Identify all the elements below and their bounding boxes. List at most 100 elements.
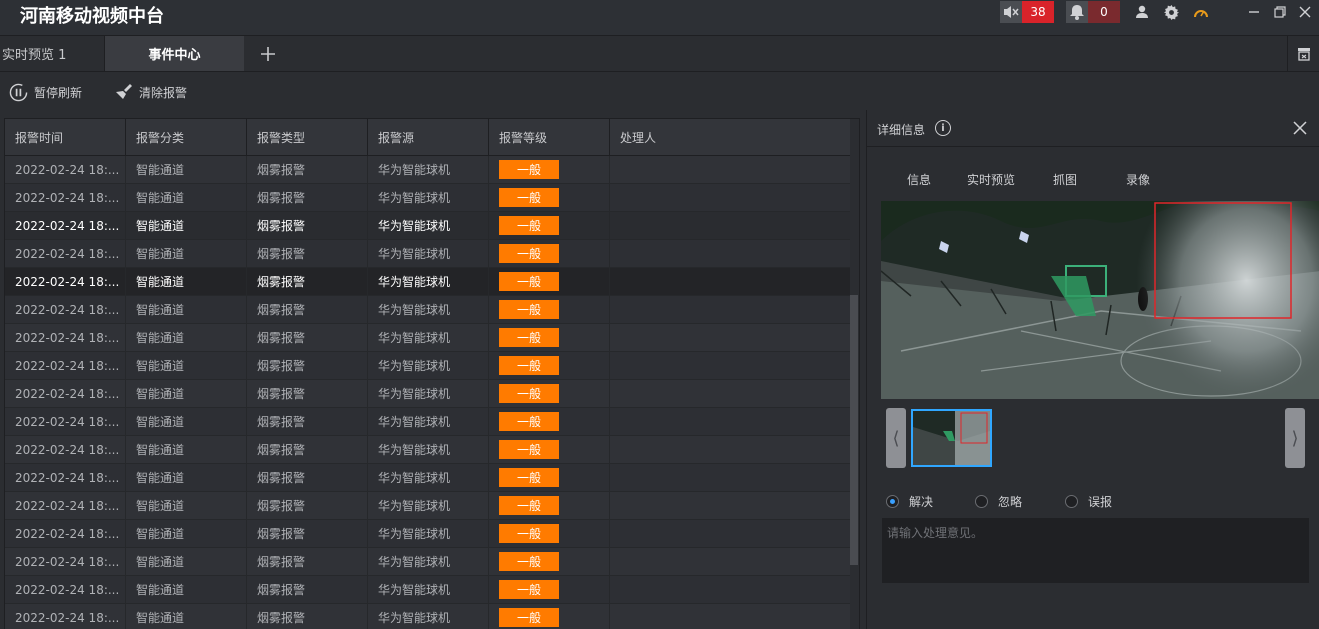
col-alarm-category[interactable]: 报警分类 [126, 119, 247, 156]
cell-alarm-time: 2022-02-24 18:... [5, 520, 126, 547]
detail-tab-recording[interactable]: 录像 [1126, 171, 1150, 188]
table-row[interactable]: 2022-02-24 18:... 智能通道 烟雾报警 华为智能球机 一般 [5, 380, 851, 408]
table-row[interactable]: 2022-02-24 18:... 智能通道 烟雾报警 华为智能球机 一般 [5, 212, 851, 240]
cell-alarm-level: 一般 [489, 156, 610, 183]
cell-alarm-category: 智能通道 [126, 408, 247, 435]
level-badge: 一般 [499, 412, 559, 431]
option-false-alarm[interactable]: 误报 [1065, 493, 1112, 510]
level-badge: 一般 [499, 244, 559, 263]
option-resolve-label: 解决 [909, 495, 934, 509]
window-close-icon[interactable] [1296, 3, 1314, 21]
scrollbar-thumb[interactable] [850, 295, 858, 565]
info-icon[interactable]: i [935, 120, 951, 136]
level-badge: 一般 [499, 216, 559, 235]
detail-tab-info[interactable]: 信息 [907, 171, 931, 188]
tab-bar: 实时预览 1 事件中心 [0, 36, 1319, 72]
cell-alarm-level: 一般 [489, 464, 610, 491]
next-image-button[interactable]: ⟩ [1285, 408, 1305, 468]
cell-handler [610, 576, 851, 603]
mute-count: 38 [1022, 1, 1054, 23]
pause-refresh-label: 暂停刷新 [34, 85, 83, 100]
detail-tab-snapshot[interactable]: 抓图 [1053, 171, 1077, 188]
cell-handler [610, 296, 851, 323]
clear-alarm-button[interactable]: 清除报警 [115, 82, 187, 102]
user-icon[interactable] [1133, 3, 1151, 21]
option-resolve[interactable]: 解决 [886, 493, 933, 510]
restore-icon[interactable] [1271, 3, 1289, 21]
cell-alarm-category: 智能通道 [126, 268, 247, 295]
table-row[interactable]: 2022-02-24 18:... 智能通道 烟雾报警 华为智能球机 一般 [5, 576, 851, 604]
mute-alerts-badge[interactable]: 38 [1000, 1, 1054, 23]
cell-handler [610, 324, 851, 351]
cell-handler [610, 212, 851, 239]
tab-event-center[interactable]: 事件中心 [105, 36, 244, 71]
pause-refresh-button[interactable]: 暂停刷新 [9, 82, 82, 102]
table-row[interactable]: 2022-02-24 18:... 智能通道 烟雾报警 华为智能球机 一般 [5, 436, 851, 464]
table-row[interactable]: 2022-02-24 18:... 智能通道 烟雾报警 华为智能球机 一般 [5, 520, 851, 548]
cell-alarm-category: 智能通道 [126, 380, 247, 407]
cell-alarm-category: 智能通道 [126, 352, 247, 379]
level-badge: 一般 [499, 524, 559, 543]
bell-icon [1066, 1, 1088, 23]
table-scrollbar[interactable] [850, 119, 858, 629]
speaker-muted-icon [1000, 1, 1022, 23]
snapshot-thumbnail[interactable] [911, 409, 992, 467]
radio-resolve[interactable] [886, 495, 899, 508]
cell-handler [610, 184, 851, 211]
col-alarm-time[interactable]: 报警时间 [5, 119, 126, 156]
col-alarm-level[interactable]: 报警等级 [489, 119, 610, 156]
col-alarm-type[interactable]: 报警类型 [247, 119, 368, 156]
table-row[interactable]: 2022-02-24 18:... 智能通道 烟雾报警 华为智能球机 一般 [5, 156, 851, 184]
alarm-snapshot-image [881, 201, 1319, 399]
cell-handler [610, 464, 851, 491]
add-tab-icon[interactable] [256, 42, 280, 66]
table-row[interactable]: 2022-02-24 18:... 智能通道 烟雾报警 华为智能球机 一般 [5, 604, 851, 629]
table-row[interactable]: 2022-02-24 18:... 智能通道 烟雾报警 华为智能球机 一般 [5, 548, 851, 576]
cell-alarm-source: 华为智能球机 [368, 268, 489, 295]
col-alarm-source[interactable]: 报警源 [368, 119, 489, 156]
alarm-badge[interactable]: 0 [1066, 1, 1120, 23]
cell-alarm-type: 烟雾报警 [247, 296, 368, 323]
minimize-icon[interactable] [1245, 3, 1263, 21]
cell-alarm-level: 一般 [489, 436, 610, 463]
cell-alarm-category: 智能通道 [126, 548, 247, 575]
table-row[interactable]: 2022-02-24 18:... 智能通道 烟雾报警 华为智能球机 一般 [5, 408, 851, 436]
table-row[interactable]: 2022-02-24 18:... 智能通道 烟雾报警 华为智能球机 一般 [5, 324, 851, 352]
table-row[interactable]: 2022-02-24 18:... 智能通道 烟雾报警 华为智能球机 一般 [5, 184, 851, 212]
cell-alarm-type: 烟雾报警 [247, 268, 368, 295]
table-header: 报警时间 报警分类 报警类型 报警源 报警等级 处理人 [5, 119, 851, 156]
gear-icon[interactable] [1162, 3, 1180, 21]
option-ignore-label: 忽略 [998, 495, 1023, 509]
cell-alarm-category: 智能通道 [126, 240, 247, 267]
cell-alarm-category: 智能通道 [126, 464, 247, 491]
table-row[interactable]: 2022-02-24 18:... 智能通道 烟雾报警 华为智能球机 一般 [5, 464, 851, 492]
level-badge: 一般 [499, 300, 559, 319]
comment-input[interactable]: 请输入处理意见。 [882, 518, 1309, 583]
prev-image-button[interactable]: ⟨ [886, 408, 906, 468]
cell-alarm-level: 一般 [489, 604, 610, 629]
cell-alarm-category: 智能通道 [126, 604, 247, 629]
app-title: 河南移动视频中台 [20, 6, 164, 27]
detail-close-icon[interactable] [1291, 119, 1309, 137]
archive-icon[interactable] [1287, 36, 1319, 71]
table-row[interactable]: 2022-02-24 18:... 智能通道 烟雾报警 华为智能球机 一般 [5, 240, 851, 268]
cell-alarm-type: 烟雾报警 [247, 408, 368, 435]
tab-live-preview[interactable]: 实时预览 1 [0, 36, 105, 71]
cell-alarm-time: 2022-02-24 18:... [5, 156, 126, 183]
gauge-icon[interactable] [1192, 3, 1210, 21]
table-row[interactable]: 2022-02-24 18:... 智能通道 烟雾报警 华为智能球机 一般 [5, 492, 851, 520]
detail-tab-live[interactable]: 实时预览 [967, 171, 1015, 188]
cell-alarm-time: 2022-02-24 18:... [5, 240, 126, 267]
cell-alarm-time: 2022-02-24 18:... [5, 604, 126, 629]
radio-false-alarm[interactable] [1065, 495, 1078, 508]
radio-ignore[interactable] [975, 495, 988, 508]
cell-alarm-category: 智能通道 [126, 296, 247, 323]
cell-alarm-source: 华为智能球机 [368, 548, 489, 575]
option-ignore[interactable]: 忽略 [975, 493, 1022, 510]
cell-alarm-time: 2022-02-24 18:... [5, 352, 126, 379]
cell-alarm-type: 烟雾报警 [247, 576, 368, 603]
table-row[interactable]: 2022-02-24 18:... 智能通道 烟雾报警 华为智能球机 一般 [5, 352, 851, 380]
table-row[interactable]: 2022-02-24 18:... 智能通道 烟雾报警 华为智能球机 一般 [5, 268, 851, 296]
col-handler[interactable]: 处理人 [610, 119, 851, 156]
table-row[interactable]: 2022-02-24 18:... 智能通道 烟雾报警 华为智能球机 一般 [5, 296, 851, 324]
